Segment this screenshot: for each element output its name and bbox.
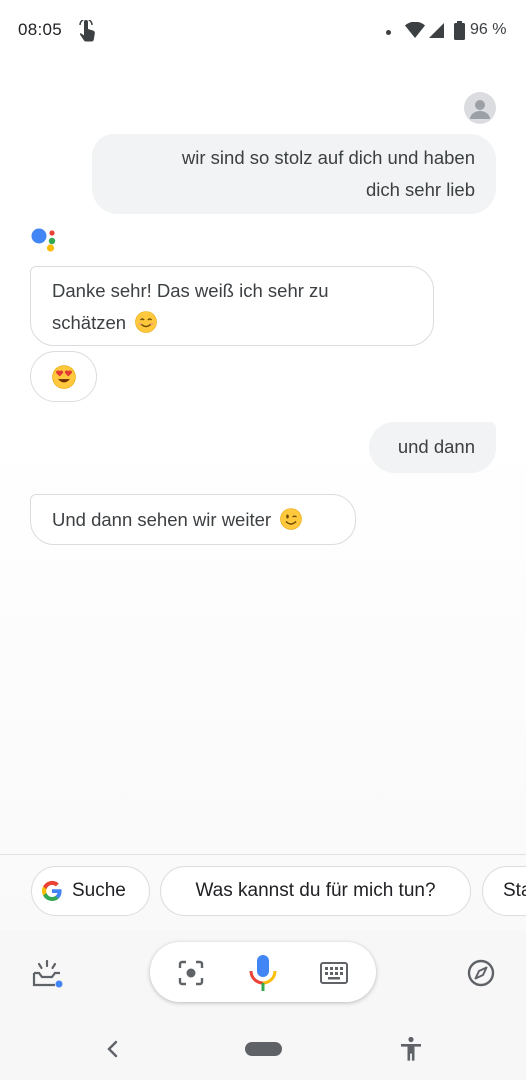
notification-dot bbox=[386, 30, 391, 35]
back-icon[interactable] bbox=[106, 1040, 120, 1058]
user-message-bubble: und dann bbox=[369, 422, 496, 473]
status-bar: 08:05 96 % bbox=[0, 0, 526, 64]
battery-icon bbox=[454, 21, 465, 40]
accessibility-icon[interactable] bbox=[399, 1036, 423, 1062]
assistant-message-line: schätzen bbox=[52, 312, 127, 333]
heart-eyes-emoji-icon bbox=[52, 365, 76, 389]
suggestion-chip-suche[interactable]: Suche bbox=[31, 866, 150, 916]
keyboard-icon[interactable] bbox=[320, 962, 348, 984]
touch-gesture-icon bbox=[79, 20, 95, 42]
cell-signal-icon bbox=[429, 23, 444, 38]
lens-icon[interactable] bbox=[178, 960, 204, 986]
suggestion-chip-was-kannst-du[interactable]: Was kannst du für mich tun? bbox=[160, 866, 471, 916]
user-avatar[interactable] bbox=[464, 92, 496, 124]
winking-emoji bbox=[280, 508, 302, 530]
person-icon bbox=[470, 100, 490, 119]
home-pill[interactable] bbox=[245, 1042, 282, 1056]
suggestion-chip-label: Sta bbox=[503, 880, 526, 901]
user-message-line: und dann bbox=[397, 436, 475, 457]
suggestion-chip-label: Was kannst du für mich tun? bbox=[195, 880, 436, 901]
assistant-message-bubble: Danke sehr! Das weiß ich sehr zu schätze… bbox=[30, 266, 434, 346]
system-nav-bar bbox=[0, 1020, 526, 1080]
smiling-emoji bbox=[135, 311, 157, 333]
assistant-screen: 08:05 96 % wir sind so stolz auf dich un… bbox=[0, 0, 526, 1080]
assistant-message-line-wrap: schätzen bbox=[52, 307, 412, 339]
assistant-logo-icon bbox=[31, 228, 56, 252]
status-time: 08:05 bbox=[18, 20, 63, 39]
suggestion-chip-partial[interactable]: Sta bbox=[482, 866, 526, 916]
user-message-line: dich sehr lieb bbox=[365, 179, 475, 200]
user-message-bubble: wir sind so stolz auf dich und haben dic… bbox=[92, 134, 496, 214]
suggestions-divider bbox=[0, 854, 526, 855]
mic-icon[interactable] bbox=[248, 954, 278, 992]
suggestion-chip-label: Suche bbox=[72, 880, 126, 901]
assistant-message-line: Und dann sehen wir weiter bbox=[52, 509, 272, 530]
google-g-icon bbox=[42, 880, 62, 901]
assistant-message-bubble: Und dann sehen wir weiter bbox=[30, 494, 356, 545]
explore-compass-icon[interactable] bbox=[466, 958, 496, 988]
user-message-line: wir sind so stolz auf dich und haben bbox=[181, 147, 475, 168]
assistant-message-line: Danke sehr! Das weiß ich sehr zu bbox=[52, 280, 329, 301]
updates-tray-icon[interactable] bbox=[31, 958, 63, 990]
battery-percent: 96 % bbox=[470, 21, 507, 38]
wifi-icon bbox=[405, 22, 425, 38]
emoji-reaction-bubble[interactable] bbox=[30, 351, 97, 402]
